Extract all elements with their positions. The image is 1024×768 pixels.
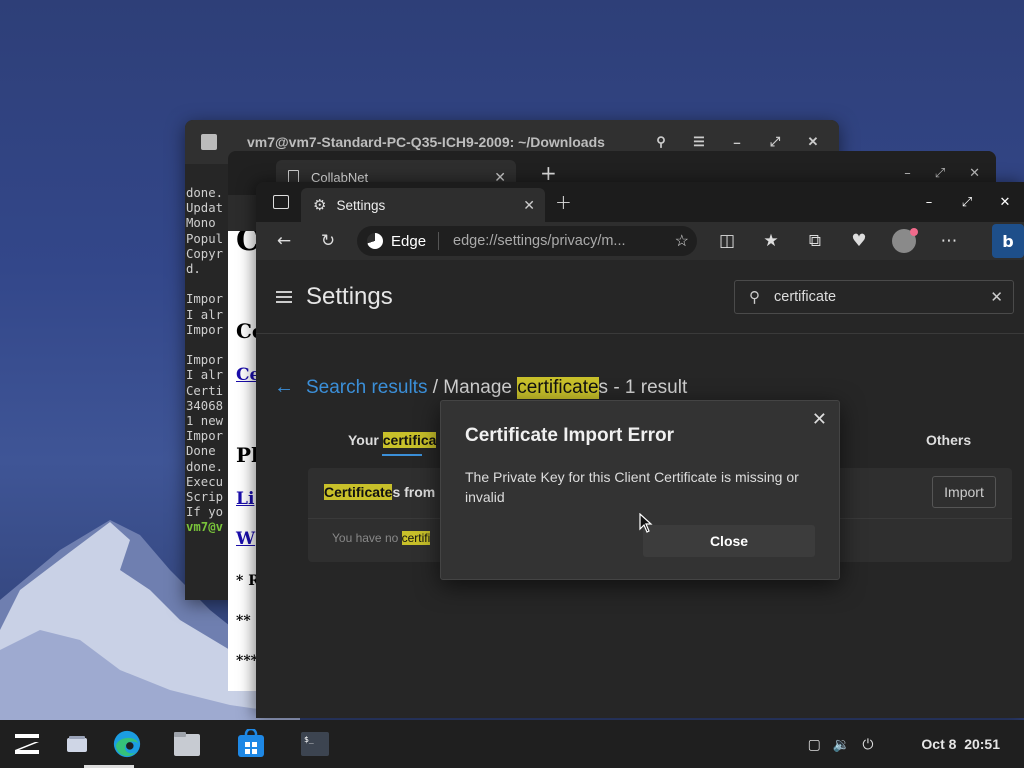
- more-options-icon[interactable]: ⋯: [938, 231, 960, 251]
- maximize-icon[interactable]: ⤢: [948, 195, 986, 210]
- back-arrow-icon[interactable]: ←: [274, 376, 294, 399]
- site-label: Edge: [391, 232, 427, 250]
- gear-icon: ⚙: [313, 197, 327, 214]
- maximize-icon[interactable]: ⤢: [767, 134, 783, 150]
- minimize-icon[interactable]: –: [904, 166, 911, 181]
- new-tab-icon[interactable]: +: [555, 190, 572, 214]
- taskbar: $_ ▢ 🔉 ⏻ Oct 8 20:51: [0, 720, 1024, 768]
- search-highlight: Certificate: [324, 484, 393, 500]
- hamburger-menu-icon[interactable]: [276, 290, 292, 303]
- address-bar[interactable]: Edge edge://settings/privacy/m... ☆: [357, 226, 697, 256]
- bing-copilot-icon[interactable]: b: [992, 224, 1024, 258]
- back-icon[interactable]: ←: [273, 231, 295, 251]
- close-button[interactable]: Close: [643, 525, 815, 557]
- edge-logo-icon: [367, 233, 383, 249]
- breadcrumb: ← Search results / Manage certificate s …: [274, 376, 687, 399]
- tab-actions-icon[interactable]: [273, 195, 289, 209]
- edge-toolbar[interactable]: ← ↻ Edge edge://settings/privacy/m... ☆ …: [256, 222, 1024, 260]
- notifications-icon[interactable]: ▢: [808, 736, 821, 753]
- search-icon[interactable]: ⚲: [653, 134, 669, 150]
- certificates-from-row: Certificates from: [324, 484, 435, 500]
- url-text[interactable]: edge://settings/privacy/m...: [453, 233, 625, 249]
- settings-search-input[interactable]: ⚲ certificate ✕: [734, 279, 1014, 314]
- close-icon[interactable]: ✕: [805, 134, 821, 150]
- workspaces-icon[interactable]: [62, 729, 92, 759]
- profile-avatar[interactable]: [892, 228, 918, 253]
- row-label: s from: [392, 484, 436, 500]
- power-icon[interactable]: ⏻: [862, 736, 873, 753]
- breadcrumb-search-results[interactable]: Search results: [306, 377, 427, 399]
- menu-icon[interactable]: ☰: [691, 134, 707, 150]
- breadcrumb-separator: / Manage: [427, 376, 518, 398]
- close-tab-icon[interactable]: ✕: [523, 197, 535, 214]
- close-icon[interactable]: ✕: [969, 166, 980, 181]
- volume-icon[interactable]: 🔉: [833, 736, 850, 753]
- software-store-icon[interactable]: [236, 729, 266, 759]
- search-highlight: certifi: [401, 531, 431, 545]
- favorites-icon[interactable]: ★: [760, 231, 782, 251]
- empty-certificates-message: You have no certifi: [332, 531, 431, 545]
- search-highlight: certifica: [382, 432, 437, 448]
- minimize-icon[interactable]: –: [910, 195, 948, 210]
- dialog-message: The Private Key for this Client Certific…: [465, 469, 799, 505]
- edge-tabbar[interactable]: ⚙ Settings ✕ + – ⤢ ✕: [256, 182, 1024, 222]
- mouse-cursor-icon: [639, 513, 653, 533]
- maximize-icon[interactable]: ⤢: [935, 166, 945, 181]
- favorite-star-icon[interactable]: ☆: [675, 231, 689, 251]
- split-screen-icon[interactable]: ◫: [716, 231, 738, 251]
- browser-essentials-icon[interactable]: ♥: [848, 231, 870, 251]
- edge-browser-icon[interactable]: [84, 729, 142, 768]
- settings-header: Settings ⚲ certificate ✕: [256, 260, 1024, 334]
- page-text: ***: [236, 653, 258, 669]
- new-terminal-tab-icon[interactable]: [201, 134, 217, 150]
- active-tab-indicator: [382, 454, 422, 456]
- empty-message-prefix: You have no: [332, 531, 402, 545]
- tab-label-prefix: Your: [348, 432, 383, 448]
- terminal-title: vm7@vm7-Standard-PC-Q35-ICH9-2009: ~/Dow…: [247, 134, 605, 150]
- certificate-import-error-dialog: ✕ Certificate Import Error The Private K…: [440, 400, 840, 580]
- collections-icon[interactable]: ⧉: [804, 231, 826, 251]
- terminal-app-icon[interactable]: $_: [300, 729, 330, 759]
- search-value[interactable]: certificate: [774, 289, 836, 305]
- date-text: Oct 8: [921, 736, 957, 752]
- tab-others[interactable]: Others: [926, 432, 971, 448]
- svg-text:$_: $_: [304, 735, 314, 744]
- close-icon[interactable]: ✕: [812, 409, 827, 430]
- page-text: **: [236, 613, 251, 629]
- search-highlight: certificate: [517, 376, 599, 399]
- close-icon[interactable]: ✕: [986, 195, 1024, 210]
- notification-dot: [910, 228, 918, 236]
- search-icon: ⚲: [749, 288, 760, 306]
- dialog-title: Certificate Import Error: [465, 425, 675, 446]
- tab-your-certificates[interactable]: Your certifica: [348, 432, 437, 456]
- time-text: 20:51: [964, 736, 1000, 752]
- page-link[interactable]: W: [236, 529, 255, 549]
- clock[interactable]: Oct 8 20:51: [921, 736, 1000, 752]
- refresh-icon[interactable]: ↻: [317, 231, 339, 251]
- files-icon[interactable]: [172, 729, 202, 759]
- clear-search-icon[interactable]: ✕: [990, 288, 1003, 306]
- zorin-menu-icon[interactable]: [12, 729, 42, 759]
- import-button[interactable]: Import: [932, 476, 996, 508]
- system-tray: ▢ 🔉 ⏻ Oct 8 20:51: [808, 736, 1000, 753]
- page-title: Settings: [306, 282, 393, 310]
- tab-title: Settings: [336, 197, 386, 213]
- page-link[interactable]: Li: [236, 489, 254, 509]
- minimize-icon[interactable]: –: [729, 135, 745, 150]
- breadcrumb-rest: s - 1 result: [598, 376, 688, 398]
- address-divider: [438, 232, 440, 250]
- tab-settings[interactable]: ⚙ Settings ✕: [301, 188, 545, 222]
